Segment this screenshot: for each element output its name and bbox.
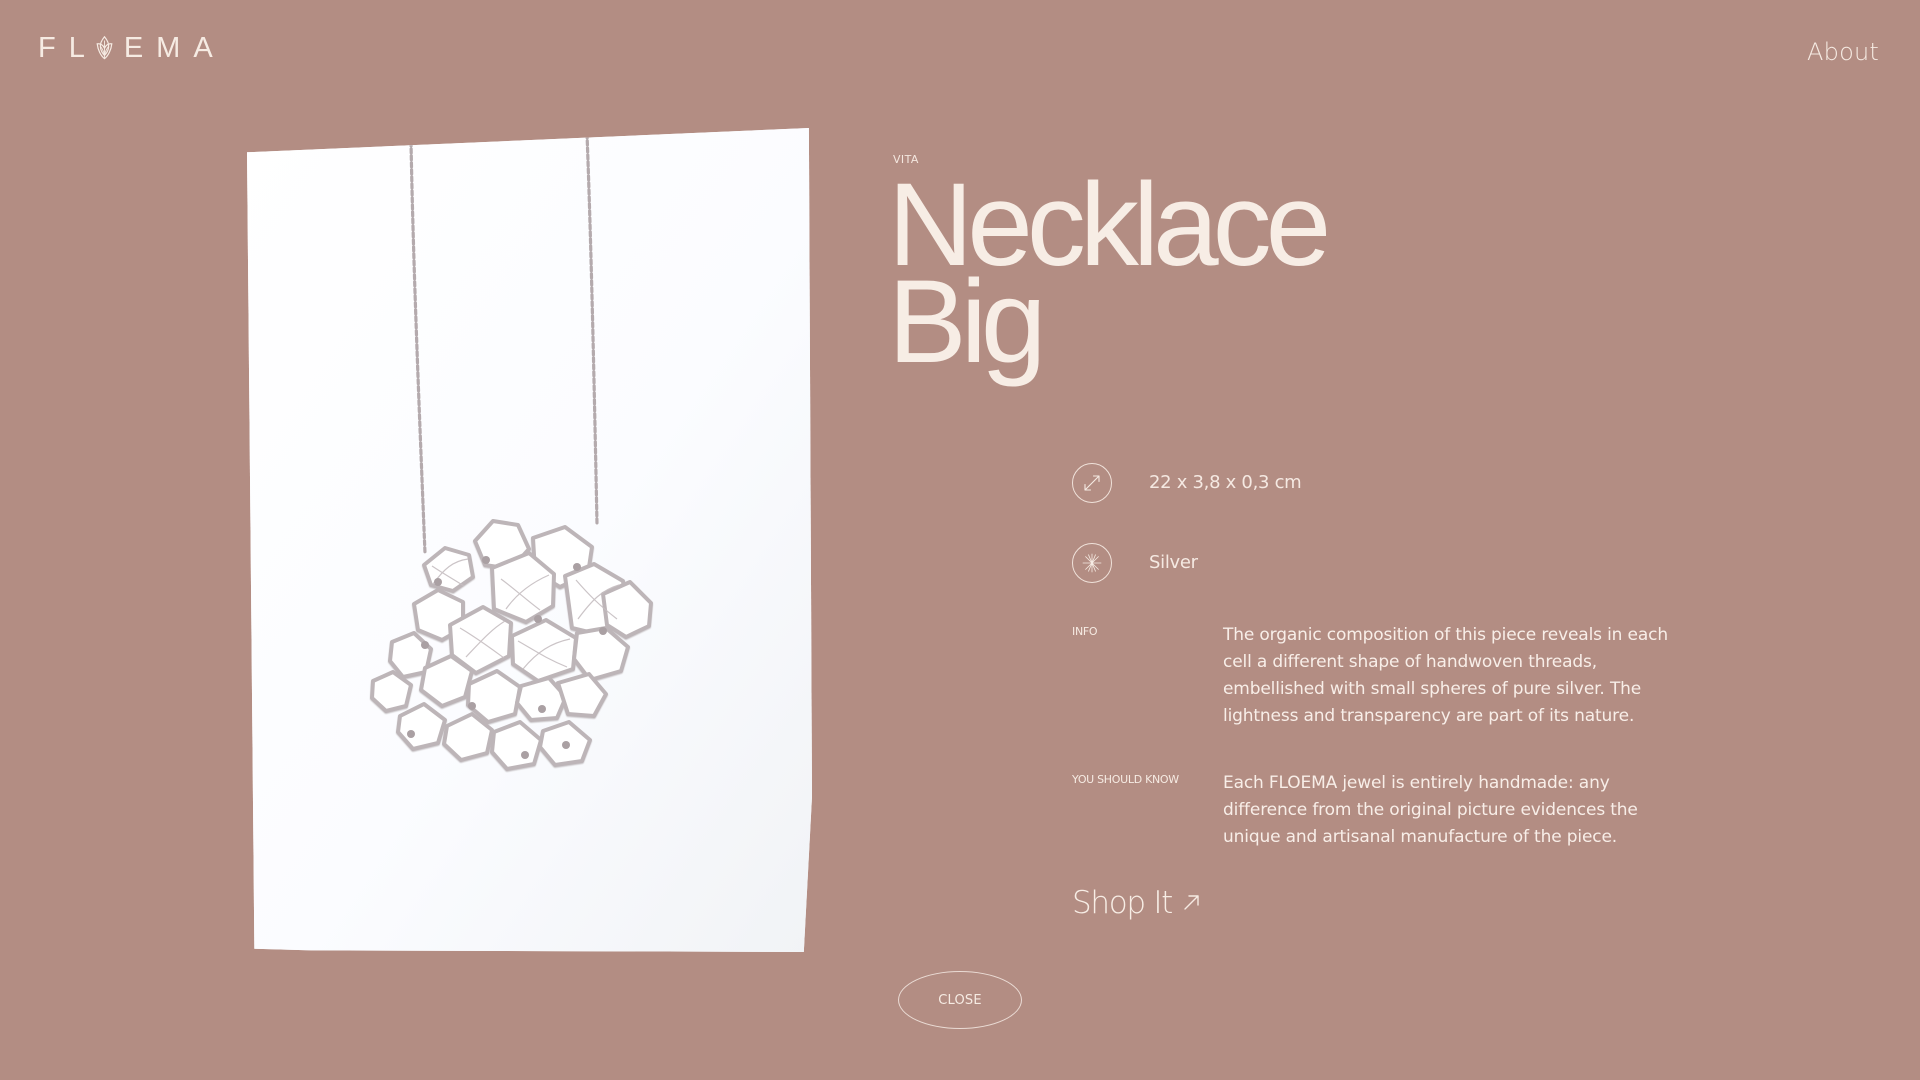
shop-it-link[interactable]: Shop It xyxy=(1072,885,1202,921)
info-label: INFO xyxy=(1072,625,1098,638)
shop-it-label: Shop It xyxy=(1072,885,1173,921)
material-value: Silver xyxy=(1149,552,1198,573)
star-burst-icon xyxy=(1072,543,1112,583)
size-value: 22 x 3,8 x 0,3 cm xyxy=(1149,472,1302,493)
you-should-know-section: YOU SHOULD KNOW Each FLOEMA jewel is ent… xyxy=(1072,770,1702,851)
necklace-product-photo xyxy=(247,128,812,952)
info-description: The organic composition of this piece re… xyxy=(1223,625,1668,726)
material-specification: Silver xyxy=(1072,543,1198,583)
product-title: Necklace Big xyxy=(888,166,1508,380)
diagonal-arrow-icon xyxy=(1072,463,1112,503)
you-should-know-label: YOU SHOULD KNOW xyxy=(1072,773,1179,786)
size-specification: 22 x 3,8 x 0,3 cm xyxy=(1072,463,1302,503)
logo-right-text: EMA xyxy=(123,32,226,64)
info-section: INFO The organic composition of this pie… xyxy=(1072,622,1702,730)
arrow-up-right-icon xyxy=(1181,885,1202,921)
floema-logo[interactable]: FL EMA xyxy=(38,34,226,63)
logo-left-text: FL xyxy=(38,32,98,64)
handmade-note: Each FLOEMA jewel is entirely handmade: … xyxy=(1223,773,1638,847)
about-link[interactable]: About xyxy=(1807,38,1879,66)
flower-logo-icon xyxy=(94,35,115,62)
close-button[interactable]: CLOSE xyxy=(898,971,1022,1029)
